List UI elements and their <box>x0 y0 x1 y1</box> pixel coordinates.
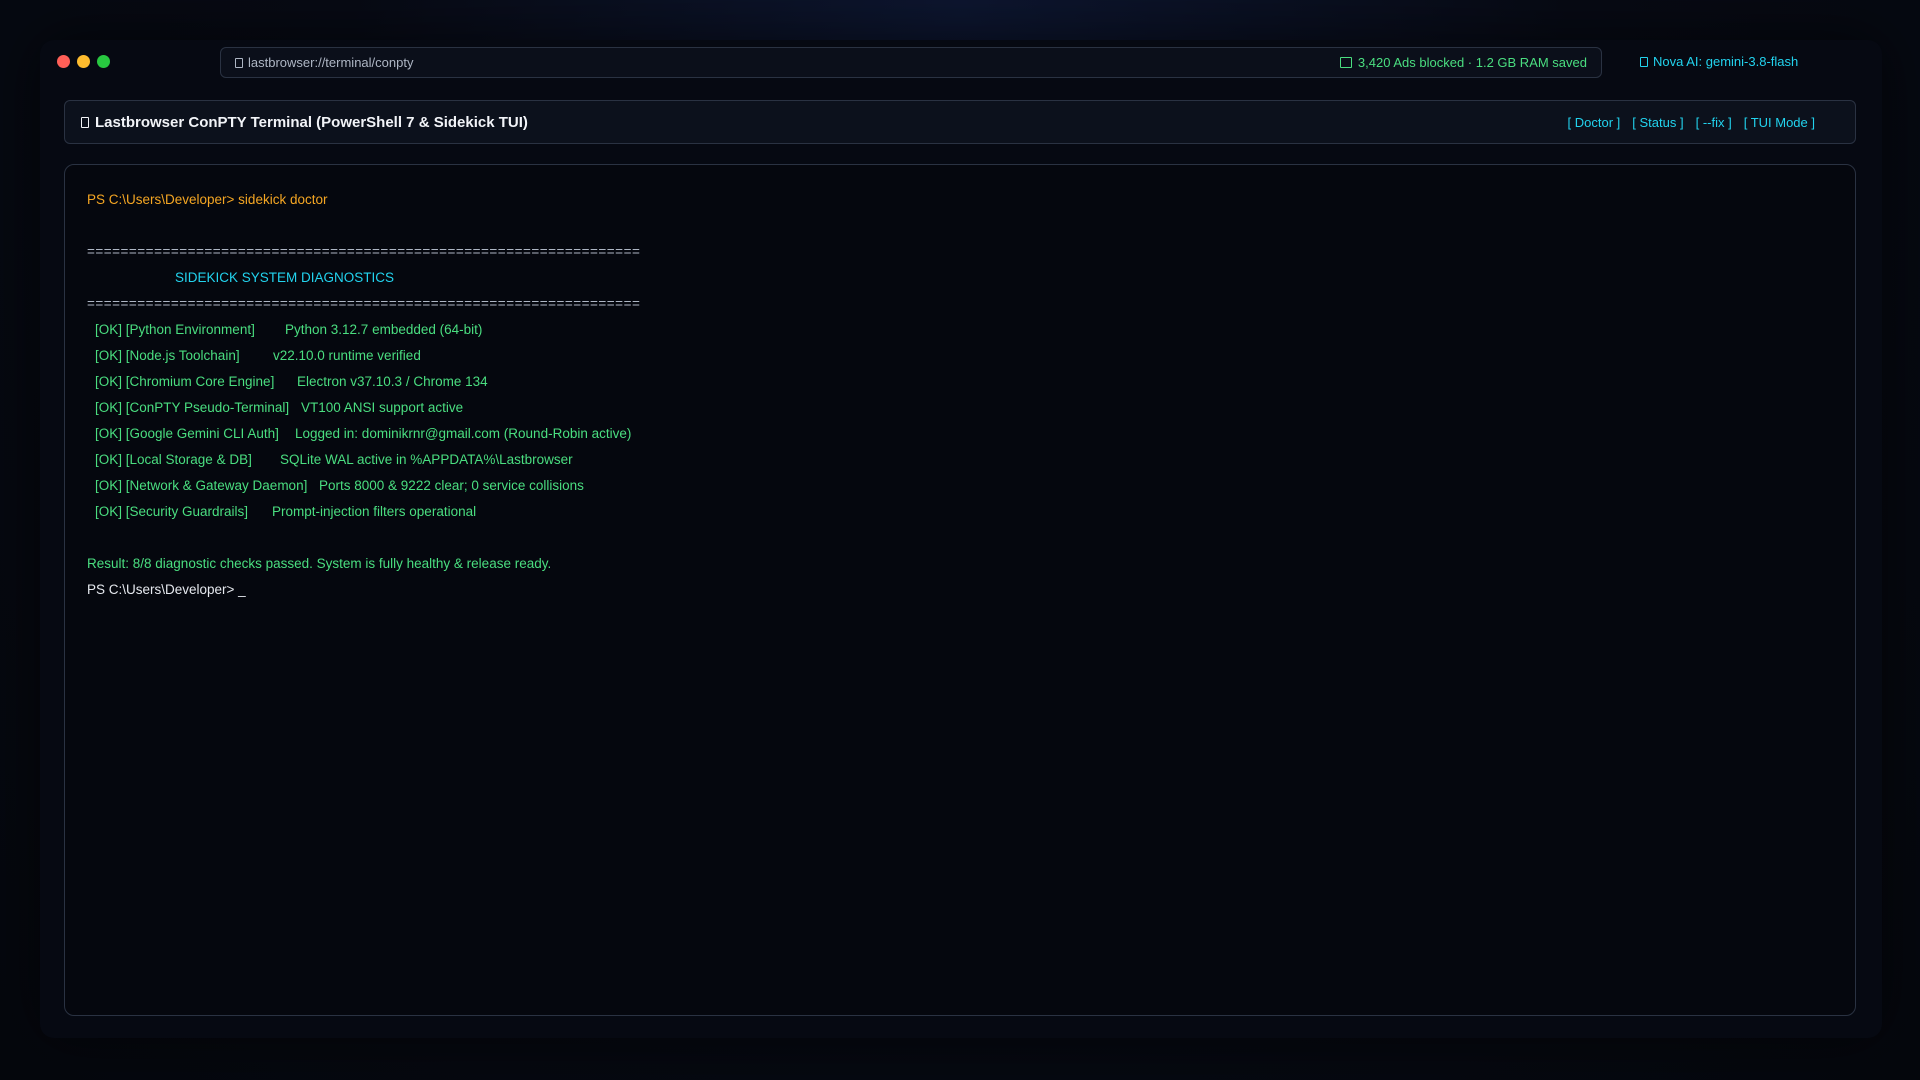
command-line: PS C:\Users\Developer> sidekick doctor <box>87 192 328 207</box>
check-label: [OK] [Python Environment] <box>95 322 255 337</box>
check-label: [OK] [Local Storage & DB] <box>95 452 252 467</box>
close-window-button[interactable] <box>57 55 70 68</box>
url-display: lastbrowser://terminal/conpty <box>235 55 413 70</box>
check-detail: Electron v37.10.3 / Chrome 134 <box>297 374 488 389</box>
check-label: [OK] [Chromium Core Engine] <box>95 374 275 389</box>
check-row: [OK] [Local Storage & DB] SQLite WAL act… <box>87 447 1833 473</box>
separator-line: ========================================… <box>87 296 641 311</box>
page-title: Lastbrowser ConPTY Terminal (PowerShell … <box>81 114 528 131</box>
minimize-window-button[interactable] <box>77 55 90 68</box>
check-row: [OK] [Google Gemini CLI Auth] Logged in:… <box>87 421 1833 447</box>
fix-button[interactable]: [ --fix ] <box>1696 115 1732 130</box>
check-detail: v22.10.0 runtime verified <box>273 348 421 363</box>
tui-mode-button[interactable]: [ TUI Mode ] <box>1744 115 1815 130</box>
result-line: Result: 8/8 diagnostic checks passed. Sy… <box>87 556 552 571</box>
check-label: [OK] [ConPTY Pseudo-Terminal] <box>95 400 290 415</box>
terminal-output[interactable]: PS C:\Users\Developer> sidekick doctor =… <box>64 164 1856 1016</box>
check-row: [OK] [Python Environment] Python 3.12.7 … <box>87 317 1833 343</box>
ai-glyph-icon <box>1640 56 1648 67</box>
header-actions: [ Doctor ] [ Status ] [ --fix ] [ TUI Mo… <box>1568 115 1815 130</box>
titlebar: lastbrowser://terminal/conpty 3,420 Ads … <box>40 40 1882 84</box>
adblock-status-text: 3,420 Ads blocked · 1.2 GB RAM saved <box>1357 55 1587 70</box>
check-label: [OK] [Node.js Toolchain] <box>95 348 240 363</box>
check-detail: Logged in: dominikrnr@gmail.com (Round-R… <box>295 426 632 441</box>
window-controls <box>57 55 110 68</box>
check-label: [OK] [Network & Gateway Daemon] <box>95 478 308 493</box>
diagnostics-banner: SIDEKICK SYSTEM DIAGNOSTICS <box>175 270 395 285</box>
check-row: [OK] [Network & Gateway Daemon] Ports 80… <box>87 473 1833 499</box>
check-row: [OK] [Chromium Core Engine] Electron v37… <box>87 369 1833 395</box>
check-detail: Prompt-injection filters operational <box>272 504 477 519</box>
address-bar[interactable]: lastbrowser://terminal/conpty 3,420 Ads … <box>220 47 1602 78</box>
check-row: [OK] [ConPTY Pseudo-Terminal] VT100 ANSI… <box>87 395 1833 421</box>
url-text: lastbrowser://terminal/conpty <box>248 55 414 70</box>
check-label: [OK] [Security Guardrails] <box>95 504 249 519</box>
status-button[interactable]: [ Status ] <box>1632 115 1683 130</box>
check-detail: Python 3.12.7 embedded (64-bit) <box>285 322 483 337</box>
shield-icon <box>1339 57 1352 68</box>
check-detail: SQLite WAL active in %APPDATA%\Lastbrows… <box>280 452 573 467</box>
adblock-status[interactable]: 3,420 Ads blocked · 1.2 GB RAM saved <box>1339 55 1587 70</box>
terminal-header: Lastbrowser ConPTY Terminal (PowerShell … <box>64 100 1856 144</box>
current-prompt[interactable]: PS C:\Users\Developer> _ <box>87 577 1833 603</box>
check-row: [OK] [Security Guardrails] Prompt-inject… <box>87 499 1833 525</box>
terminal-glyph-icon <box>235 57 243 68</box>
terminal-icon <box>81 116 89 128</box>
ai-model-text: Nova AI: gemini-3.8-flash <box>1653 54 1799 69</box>
check-detail: VT100 ANSI support active <box>301 400 464 415</box>
check-label: [OK] [Google Gemini CLI Auth] <box>95 426 279 441</box>
doctor-button[interactable]: [ Doctor ] <box>1568 115 1621 130</box>
page-title-text: Lastbrowser ConPTY Terminal (PowerShell … <box>95 113 528 131</box>
maximize-window-button[interactable] <box>97 55 110 68</box>
check-detail: Ports 8000 & 9222 clear; 0 service colli… <box>319 478 584 493</box>
browser-window: lastbrowser://terminal/conpty 3,420 Ads … <box>40 40 1882 1038</box>
separator-line: ========================================… <box>87 244 641 259</box>
check-row: [OK] [Node.js Toolchain] v22.10.0 runtim… <box>87 343 1833 369</box>
ai-model-badge[interactable]: Nova AI: gemini-3.8-flash <box>1640 54 1798 69</box>
